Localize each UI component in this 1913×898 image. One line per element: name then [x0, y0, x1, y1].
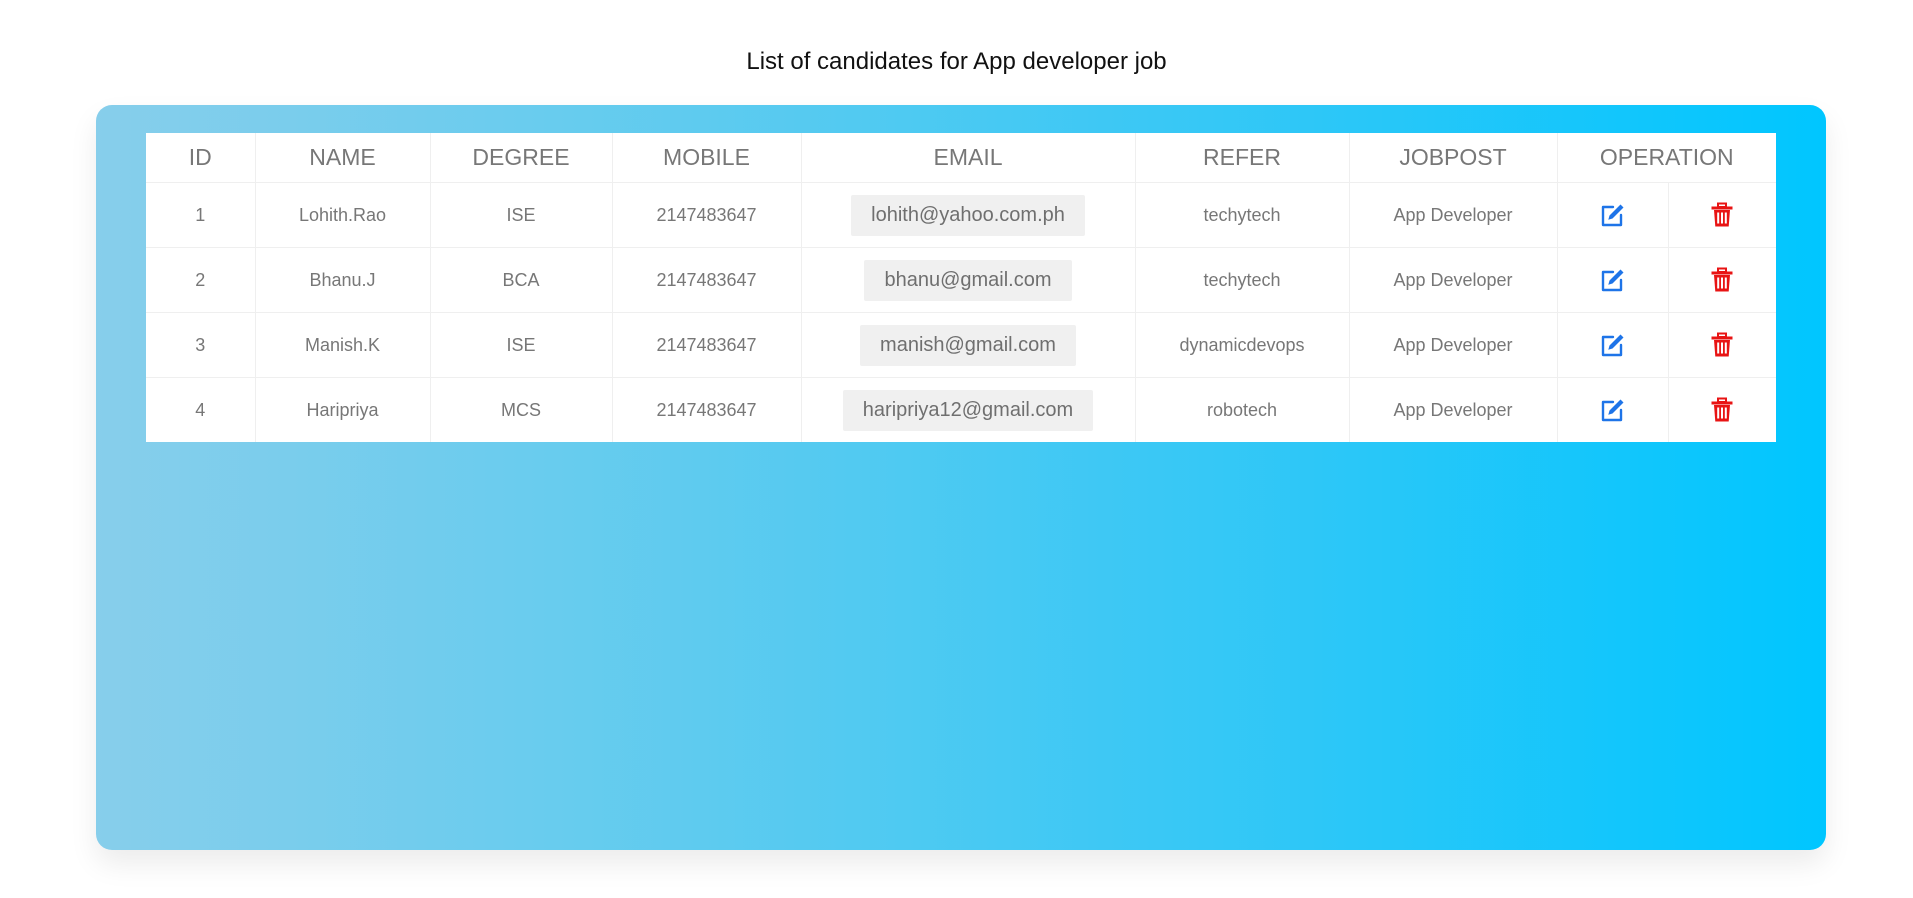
edit-icon[interactable]: [1599, 396, 1627, 424]
table-row: 1 Lohith.Rao ISE 2147483647 lohith@yahoo…: [146, 182, 1777, 248]
cell-refer: robotech: [1135, 377, 1350, 442]
cell-edit: [1557, 182, 1669, 248]
cell-degree: ISE: [430, 182, 613, 248]
email-chip: manish@gmail.com: [860, 324, 1076, 366]
email-chip: bhanu@gmail.com: [864, 259, 1072, 301]
table-row: 2 Bhanu.J BCA 2147483647 bhanu@gmail.com…: [146, 247, 1777, 313]
cell-name: Manish.K: [255, 312, 431, 378]
edit-icon[interactable]: [1599, 201, 1627, 229]
candidates-table: ID NAME DEGREE MOBILE EMAIL REFER JOBPOS…: [146, 133, 1777, 443]
edit-icon[interactable]: [1599, 331, 1627, 359]
header-name: NAME: [255, 133, 431, 183]
cell-mobile: 2147483647: [612, 312, 802, 378]
cell-degree: BCA: [430, 247, 613, 313]
cell-jobpost: App Developer: [1349, 312, 1558, 378]
email-chip: haripriya12@gmail.com: [842, 389, 1094, 431]
cell-name: Bhanu.J: [255, 247, 431, 313]
cell-jobpost: App Developer: [1349, 247, 1558, 313]
cell-id: 1: [146, 182, 256, 248]
email-chip: lohith@yahoo.com.ph: [851, 194, 1085, 236]
cell-mobile: 2147483647: [612, 377, 802, 442]
table-header-row: ID NAME DEGREE MOBILE EMAIL REFER JOBPOS…: [146, 133, 1777, 183]
cell-jobpost: App Developer: [1349, 377, 1558, 442]
cell-delete: [1668, 312, 1777, 378]
cell-refer: techytech: [1135, 247, 1350, 313]
trash-icon[interactable]: [1708, 266, 1736, 294]
cell-mobile: 2147483647: [612, 247, 802, 313]
cell-delete: [1668, 378, 1776, 443]
header-refer: REFER: [1135, 133, 1350, 183]
header-jobpost: JOBPOST: [1349, 133, 1558, 183]
header-id: ID: [146, 133, 256, 183]
header-mobile: MOBILE: [612, 133, 802, 183]
cell-email: haripriya12@gmail.com: [801, 377, 1136, 442]
table-body: 1 Lohith.Rao ISE 2147483647 lohith@yahoo…: [146, 182, 1777, 443]
table-row: 4 Haripriya MCS 2147483647 haripriya12@g…: [146, 377, 1776, 443]
cell-id: 4: [146, 377, 256, 442]
cell-delete: [1668, 247, 1777, 313]
header-operation: OPERATION: [1557, 133, 1777, 183]
trash-icon[interactable]: [1708, 396, 1736, 424]
cell-edit: [1557, 247, 1669, 313]
cell-edit: [1557, 312, 1669, 378]
edit-icon[interactable]: [1599, 266, 1627, 294]
trash-icon[interactable]: [1708, 201, 1736, 229]
cell-email: lohith@yahoo.com.ph: [801, 182, 1136, 248]
cell-degree: MCS: [430, 377, 613, 442]
cell-degree: ISE: [430, 312, 613, 378]
cell-delete: [1668, 182, 1777, 248]
cell-email: bhanu@gmail.com: [801, 247, 1136, 313]
cell-email: manish@gmail.com: [801, 312, 1136, 378]
page-title: List of candidates for App developer job: [746, 48, 1167, 75]
header-email: EMAIL: [801, 133, 1136, 183]
cell-edit: [1557, 377, 1669, 442]
cell-name: Haripriya: [255, 377, 431, 442]
cell-jobpost: App Developer: [1349, 182, 1558, 248]
cell-name: Lohith.Rao: [255, 182, 431, 248]
cell-id: 3: [146, 312, 256, 378]
trash-icon[interactable]: [1708, 331, 1736, 359]
candidates-table-container: ID NAME DEGREE MOBILE EMAIL REFER JOBPOS…: [146, 133, 1777, 443]
candidates-panel: ID NAME DEGREE MOBILE EMAIL REFER JOBPOS…: [96, 105, 1826, 850]
cell-mobile: 2147483647: [612, 182, 802, 248]
header-degree: DEGREE: [430, 133, 613, 183]
cell-refer: techytech: [1135, 182, 1350, 248]
cell-refer: dynamicdevops: [1135, 312, 1350, 378]
table-row: 3 Manish.K ISE 2147483647 manish@gmail.c…: [146, 312, 1777, 378]
cell-id: 2: [146, 247, 256, 313]
